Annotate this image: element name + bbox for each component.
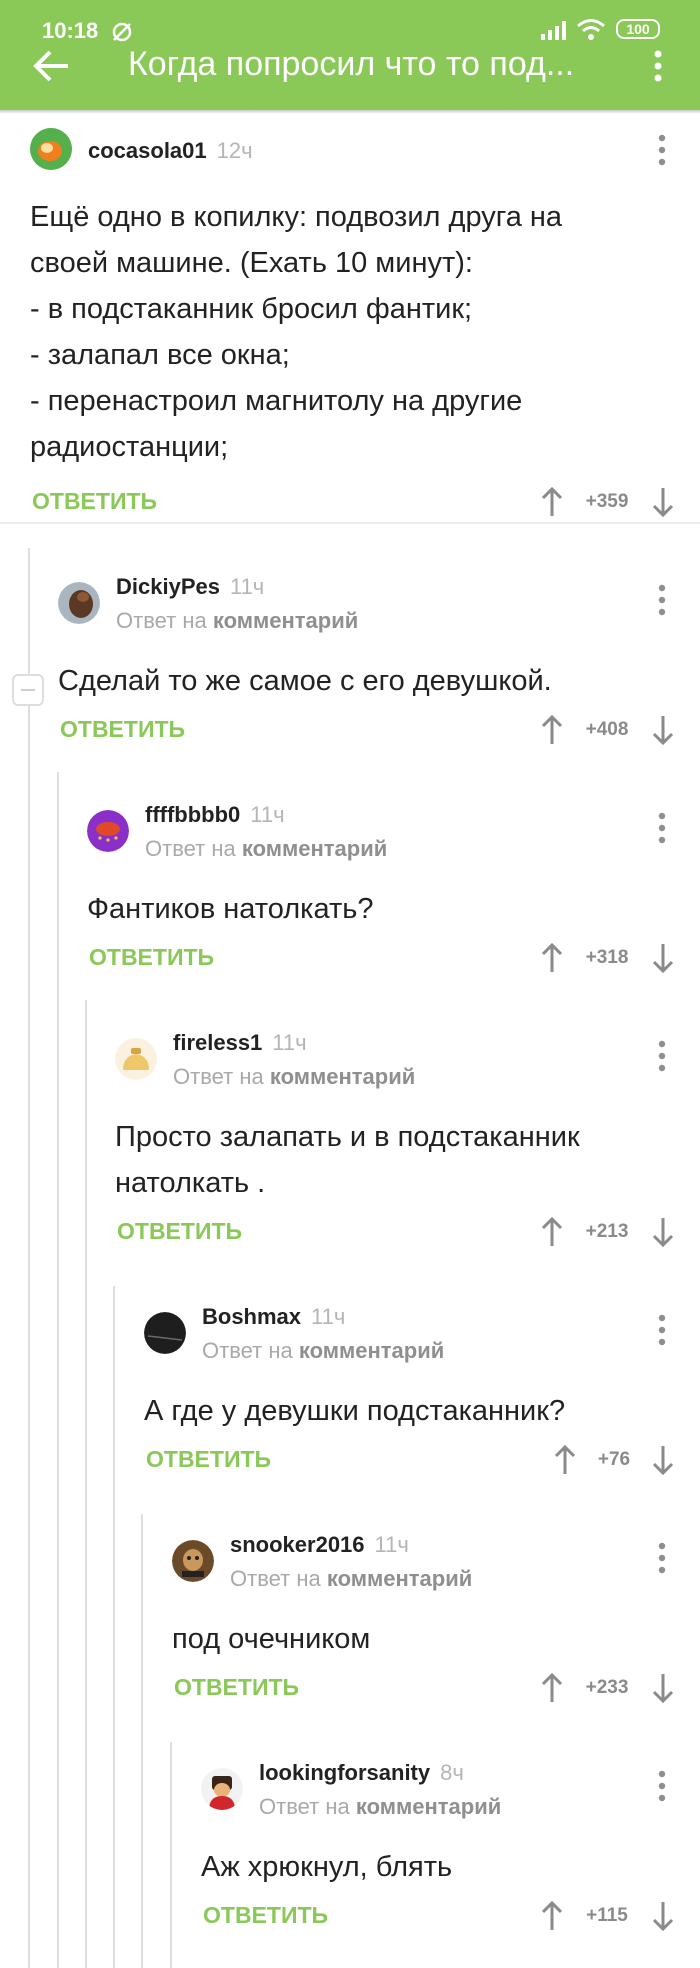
comment-author[interactable]: lookingforsanity 8ч [259, 1760, 464, 1786]
reply-to-link[interactable]: комментарий [299, 1338, 444, 1363]
downvote-arrow-icon[interactable] [651, 486, 675, 518]
comment-author[interactable]: cocasola01 12ч [88, 138, 253, 164]
kebab-menu-icon[interactable] [652, 1038, 672, 1074]
reply-to-label: Ответ на комментарий [116, 608, 359, 633]
comment-score: +213 [585, 1221, 629, 1242]
kebab-menu-icon[interactable] [652, 1768, 672, 1804]
comment-time: 8ч [440, 1760, 464, 1785]
avatar[interactable] [87, 810, 129, 852]
comment-author[interactable]: DickiyPes 11ч [116, 574, 264, 600]
reply-to-label: Ответ на комментарий [202, 1338, 445, 1363]
reply-to-link[interactable]: комментарий [356, 1794, 501, 1819]
reply-button[interactable]: ОТВЕТИТЬ [117, 1218, 242, 1245]
comment-author[interactable]: snooker2016 11ч [230, 1532, 409, 1558]
reply-to-label: Ответ на комментарий [259, 1794, 502, 1819]
comment-text: под очечником [172, 1623, 371, 1655]
downvote-arrow-icon[interactable] [651, 942, 675, 974]
comment: DickiyPes 11ч Ответ на комментарий Сделай… [0, 540, 700, 760]
upvote-arrow-icon[interactable] [540, 1216, 564, 1248]
comment-time: 11ч [229, 574, 265, 599]
comment: Boshmax 11ч Ответ на комментарий А где у … [0, 1270, 700, 1490]
kebab-menu-icon[interactable] [652, 1312, 672, 1348]
comment-text: Фантиков натолкать? [87, 893, 374, 925]
comment-time: 11ч [311, 1304, 346, 1329]
comment-score: +233 [585, 1677, 629, 1698]
kebab-menu-icon[interactable] [652, 582, 672, 618]
downvote-arrow-icon[interactable] [651, 1672, 675, 1704]
comment-text: Аж хрюкнул, блять [201, 1851, 453, 1883]
reply-to-link[interactable]: комментарий [213, 608, 358, 633]
comment: ffffbbbb0 11ч Ответ на комментарий Фантик… [0, 768, 700, 988]
downvote-arrow-icon[interactable] [651, 1444, 675, 1476]
downvote-arrow-icon[interactable] [651, 1900, 675, 1932]
downvote-arrow-icon[interactable] [651, 714, 675, 746]
upvote-arrow-icon[interactable] [540, 1900, 564, 1932]
comment-time: 11ч [272, 1030, 307, 1055]
avatar[interactable] [30, 128, 72, 170]
comment-score: +76 [597, 1449, 631, 1470]
comment-score: +408 [585, 719, 629, 740]
kebab-menu-icon[interactable] [652, 132, 672, 168]
comment-score: +359 [585, 491, 629, 512]
avatar[interactable] [201, 1768, 243, 1810]
upvote-arrow-icon[interactable] [540, 714, 564, 746]
comment: snooker2016 11ч Ответ на комментарий под … [0, 1498, 700, 1718]
reply-to-label: Ответ на комментарий [145, 836, 388, 861]
reply-to-label: Ответ на комментарий [230, 1566, 473, 1591]
reply-button[interactable]: ОТВЕТИТЬ [32, 488, 157, 515]
comment-text: Просто залапать и в подстаканник натолка… [115, 1121, 580, 1199]
comment-text: А где у девушки подстаканник? [144, 1395, 566, 1427]
comment-time: 12ч [216, 138, 253, 163]
reply-to-link[interactable]: комментарий [270, 1064, 415, 1089]
comment-text: Сделай то же самое с его девушкой. [58, 665, 552, 697]
reply-button[interactable]: ОТВЕТИТЬ [203, 1902, 328, 1929]
reply-to-link[interactable]: комментарий [327, 1566, 472, 1591]
kebab-menu-icon[interactable] [652, 810, 672, 846]
reply-to-link[interactable]: комментарий [242, 836, 387, 861]
reply-button[interactable]: ОТВЕТИТЬ [174, 1674, 299, 1701]
comment: cocasola01 12ч Ещё одно в копилку: подвоз… [0, 0, 700, 520]
upvote-arrow-icon[interactable] [540, 942, 564, 974]
reply-button[interactable]: ОТВЕТИТЬ [60, 716, 185, 743]
downvote-arrow-icon[interactable] [651, 1216, 675, 1248]
reply-button[interactable]: ОТВЕТИТЬ [146, 1446, 271, 1473]
comment: lookingforsanity 8ч Ответ на комментарий … [0, 1726, 700, 1968]
comment-text: Ещё одно в копилку: подвозил друга на св… [30, 201, 563, 463]
comment-author[interactable]: Boshmax 11ч [202, 1304, 345, 1330]
reply-to-label: Ответ на комментарий [173, 1064, 416, 1089]
comment: fireless1 11ч Ответ на комментарий Просто… [0, 996, 700, 1276]
upvote-arrow-icon[interactable] [553, 1444, 577, 1476]
kebab-menu-icon[interactable] [652, 1540, 672, 1576]
upvote-arrow-icon[interactable] [540, 486, 564, 518]
avatar[interactable] [115, 1038, 157, 1080]
upvote-arrow-icon[interactable] [540, 1672, 564, 1704]
avatar[interactable] [144, 1312, 186, 1354]
avatar[interactable] [58, 582, 100, 624]
avatar[interactable] [172, 1540, 214, 1582]
comment-score: +318 [585, 947, 629, 968]
comment-score: +115 [586, 1905, 628, 1926]
comment-author[interactable]: fireless1 11ч [173, 1030, 307, 1056]
reply-button[interactable]: ОТВЕТИТЬ [89, 944, 214, 971]
comment-author[interactable]: ffffbbbb0 11ч [145, 802, 285, 828]
comment-time: 11ч [250, 802, 285, 827]
comment-time: 11ч [374, 1532, 409, 1557]
divider [0, 522, 700, 524]
